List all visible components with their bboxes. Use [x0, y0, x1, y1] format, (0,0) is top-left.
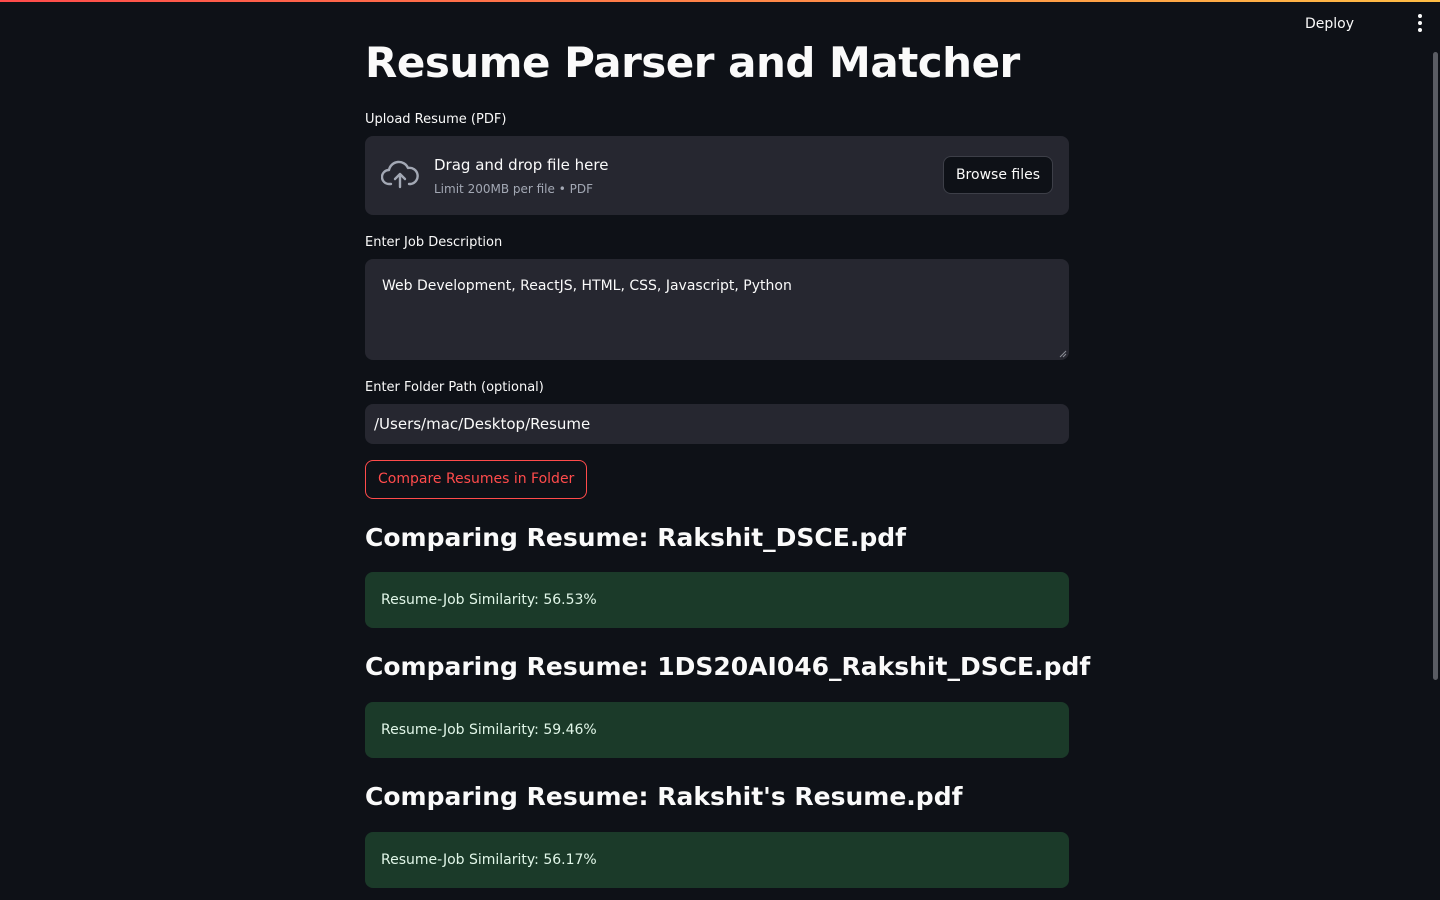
- job-description-label: Enter Job Description: [365, 235, 503, 250]
- dropzone-title: Drag and drop file here: [434, 156, 609, 174]
- app-header: Deploy: [0, 2, 1440, 46]
- page-scrollbar[interactable]: [1433, 52, 1438, 680]
- cloud-upload-icon: [381, 160, 419, 189]
- job-description-value: Web Development, ReactJS, HTML, CSS, Jav…: [382, 278, 792, 294]
- top-decoration-bar: [0, 0, 1440, 2]
- result-heading: Comparing Resume: Rakshit_DSCE.pdf: [365, 523, 907, 552]
- browse-files-button[interactable]: Browse files: [942, 156, 1053, 194]
- file-dropzone[interactable]: Drag and drop file here Limit 200MB per …: [365, 136, 1069, 215]
- upload-label: Upload Resume (PDF): [365, 112, 507, 127]
- similarity-result: Resume-Job Similarity: 56.53%: [365, 572, 1069, 628]
- resize-handle-icon[interactable]: [1059, 350, 1067, 358]
- dropzone-limit: Limit 200MB per file • PDF: [434, 182, 593, 196]
- similarity-result: Resume-Job Similarity: 59.46%: [365, 702, 1069, 758]
- similarity-result: Resume-Job Similarity: 56.17%: [365, 832, 1069, 888]
- deploy-button[interactable]: Deploy: [1299, 9, 1360, 39]
- result-heading: Comparing Resume: Rakshit's Resume.pdf: [365, 782, 963, 811]
- folder-path-label: Enter Folder Path (optional): [365, 380, 544, 395]
- result-heading: Comparing Resume: 1DS20AI046_Rakshit_DSC…: [365, 652, 1091, 681]
- compare-resumes-button[interactable]: Compare Resumes in Folder: [365, 460, 588, 499]
- main-menu-button[interactable]: [1412, 11, 1428, 37]
- job-description-textarea[interactable]: Web Development, ReactJS, HTML, CSS, Jav…: [365, 259, 1069, 360]
- folder-path-input[interactable]: /Users/mac/Desktop/Resume: [365, 404, 1069, 444]
- more-vertical-icon: [1418, 14, 1422, 18]
